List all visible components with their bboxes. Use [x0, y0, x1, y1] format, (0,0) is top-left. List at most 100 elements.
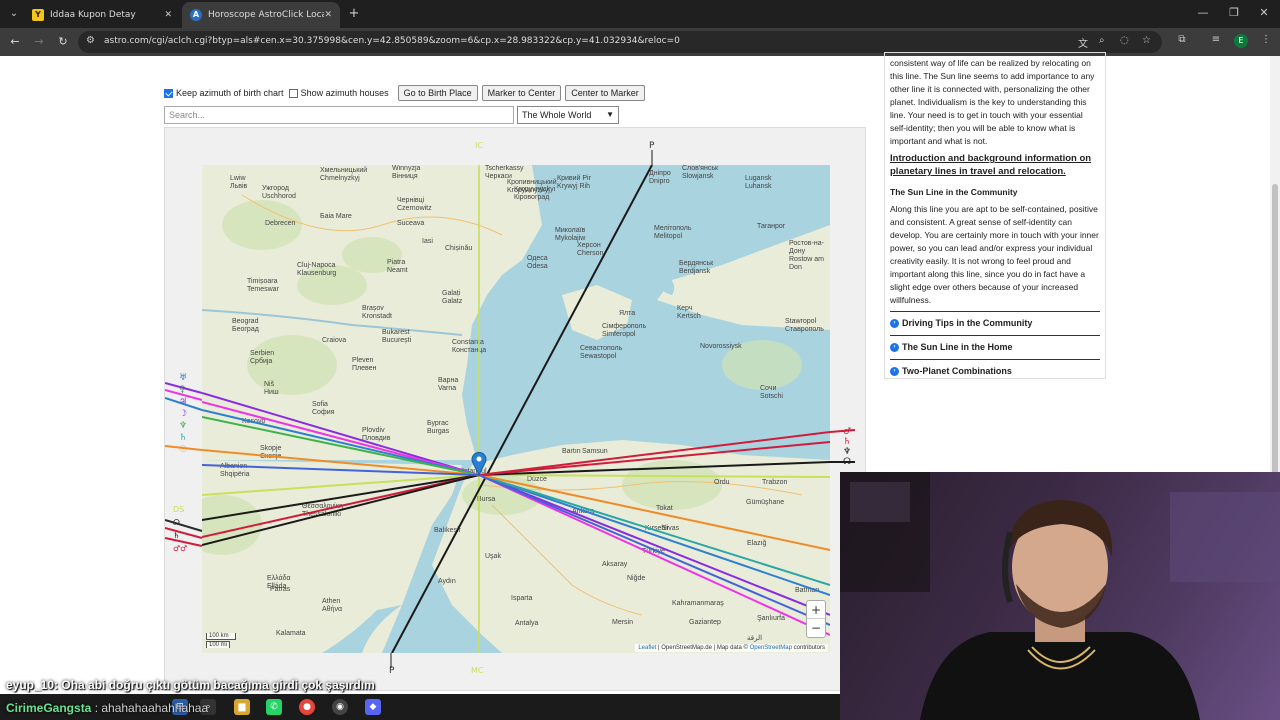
attribution-text: | OpenStreetMap.de | Map data © — [656, 645, 750, 651]
chat-text: : ahahahaahahhahaa — [91, 701, 209, 715]
zoom-control: + − — [806, 600, 826, 638]
region-select-value: The Whole World — [522, 110, 592, 120]
chat-text: : Oha abi doğru çıktı götüm bacağıma gir… — [54, 678, 375, 692]
map-controls: Keep azimuth of birth chart Show azimuth… — [164, 84, 645, 102]
mars-line — [478, 441, 830, 476]
bookmark-star-icon[interactable]: ☆ — [1142, 35, 1151, 46]
planet-glyph-lowleft: DS — [173, 505, 184, 514]
chrome-icon[interactable]: ● — [299, 699, 315, 715]
planet-glyph-left: ☉ — [179, 445, 187, 455]
community-heading: The Sun Line in the Community — [890, 187, 1018, 197]
chevron-down-icon: ▼ — [606, 110, 614, 119]
close-tab-icon[interactable]: ✕ — [164, 10, 172, 20]
restore-icon[interactable]: ❐ — [1224, 6, 1244, 19]
discord-icon[interactable]: ◆ — [365, 699, 381, 715]
search-input[interactable]: Search... — [164, 106, 514, 124]
planet-glyph-right: ♆ — [843, 447, 851, 457]
scale-km: 100 km — [206, 633, 236, 640]
chat-username: CirimeGangsta — [6, 701, 92, 715]
line-extension — [829, 429, 856, 433]
chat-message: CirimeGangsta : ahahahaahahhahaa — [6, 701, 208, 715]
forward-icon[interactable]: → — [30, 34, 48, 50]
attribution-tail: contributors — [791, 645, 825, 651]
expand-icon: › — [890, 367, 899, 376]
app-icon[interactable]: ◉ — [332, 699, 348, 715]
streamer-figure — [840, 472, 1280, 720]
moon-line — [478, 474, 830, 616]
jupiter-line — [478, 474, 830, 626]
neptune-line — [202, 409, 480, 476]
planet-glyph-right: ♂ — [843, 427, 851, 437]
neptune-line — [478, 474, 830, 596]
planet-glyph-left: ♆ — [179, 421, 187, 431]
intro-link[interactable]: Introduction and background information … — [890, 152, 1100, 178]
tab-favicon: Y — [32, 9, 44, 21]
more-menu-icon[interactable]: ⋮ — [1258, 34, 1274, 45]
map-tiles[interactable]: Lwiw Львів Хмельницький Chmelnyzkyj Winnyzja… — [202, 165, 830, 653]
address-bar[interactable]: ⚙ astro.com/cgi/aclch.cgi?btyp=als#cen.x… — [78, 31, 1162, 53]
browser-tab-bar: ⌄ Y İddaa Kupon Detay ✕ A Horoscope Astr… — [0, 0, 1280, 28]
page-scrollbar[interactable] — [1270, 56, 1280, 474]
file-explorer-icon[interactable]: ▆ — [234, 699, 250, 715]
profile-avatar[interactable]: E — [1234, 34, 1248, 48]
tab-search-icon[interactable]: ⌄ — [4, 4, 24, 24]
osm-link[interactable]: OpenStreetMap — [750, 645, 792, 651]
new-tab-icon[interactable]: + — [346, 6, 362, 21]
media-icon[interactable]: ≡ — [1208, 34, 1224, 45]
tab-title: İddaa Kupon Detay — [50, 10, 136, 20]
whatsapp-icon[interactable]: ✆ — [266, 699, 282, 715]
tab-favicon: A — [190, 9, 202, 21]
extensions-icon[interactable]: ⧉ — [1174, 34, 1190, 45]
location-marker-icon — [471, 451, 487, 477]
tab-title: Horoscope AstroClick Local Sp — [208, 10, 325, 20]
back-icon[interactable]: ← — [6, 34, 24, 50]
intro-paragraph: consistent way of life can be realized b… — [890, 58, 1095, 146]
zoom-icon[interactable]: ⌕ — [1099, 35, 1105, 46]
translate-icon[interactable]: 文 — [1078, 35, 1088, 50]
expand-icon: › — [890, 319, 899, 328]
accordion-sun-line-home[interactable]: › The Sun Line in the Home — [890, 335, 1100, 359]
zoom-out-button[interactable]: − — [807, 619, 825, 637]
marker-to-center-button[interactable]: Marker to Center — [481, 85, 562, 101]
community-paragraph: Along this line you are apt to be self-c… — [890, 204, 1099, 305]
center-to-marker-button[interactable]: Center to Marker — [565, 85, 645, 101]
location-marker-dot — [476, 456, 482, 462]
tab-astroclick[interactable]: A Horoscope AstroClick Local Sp ✕ — [182, 2, 340, 28]
zoom-in-button[interactable]: + — [807, 601, 825, 619]
venus-line — [202, 401, 480, 476]
region-select[interactable]: The Whole World ▼ — [517, 106, 619, 124]
keep-azimuth-checkbox[interactable] — [164, 88, 173, 98]
chat-username: eyup_10 — [6, 678, 55, 692]
p-label-bottom: P — [389, 666, 395, 676]
planet-glyph-lowleft: ♂♂ — [173, 544, 187, 553]
asc-line — [478, 474, 830, 478]
close-window-icon[interactable]: ✕ — [1254, 6, 1274, 19]
sun-orange-line — [478, 474, 830, 551]
line-description-panel: consistent way of life can be realized b… — [884, 52, 1106, 379]
accordion-driving-tips[interactable]: › Driving Tips in the Community — [890, 311, 1100, 335]
scrollbar-thumb[interactable] — [1272, 184, 1278, 474]
ic-label: IC — [475, 141, 483, 150]
minimize-icon[interactable]: — — [1193, 6, 1213, 19]
venus-line — [478, 474, 830, 636]
eye-off-icon[interactable]: ◌ — [1120, 35, 1129, 46]
reload-icon[interactable]: ↻ — [54, 34, 72, 50]
close-tab-icon[interactable]: ✕ — [324, 10, 332, 20]
expand-icon: › — [890, 343, 899, 352]
site-info-icon[interactable]: ⚙ — [86, 35, 95, 46]
tab-iddaa[interactable]: Y İddaa Kupon Detay ✕ — [24, 2, 180, 28]
accordion-two-planet[interactable]: › Two-Planet Combinations — [890, 359, 1100, 383]
map-attribution: Leaflet | OpenStreetMap.de | Map data © … — [635, 644, 828, 652]
planet-glyph-right: ♄ — [843, 437, 851, 447]
show-azimuth-label: Show azimuth houses — [300, 88, 389, 98]
keep-azimuth-label: Keep azimuth of birth chart — [176, 88, 284, 98]
leaflet-link[interactable]: Leaflet — [638, 645, 656, 651]
scale-mi: 100 mi — [206, 641, 230, 648]
accordion-label: Driving Tips in the Community — [902, 318, 1033, 328]
accordion-label: Two-Planet Combinations — [902, 366, 1012, 376]
go-to-birth-place-button[interactable]: Go to Birth Place — [397, 85, 478, 101]
show-azimuth-checkbox[interactable] — [288, 88, 298, 98]
planet-lines — [202, 165, 830, 653]
p-label-top: P — [649, 141, 655, 151]
webcam-overlay — [840, 472, 1280, 720]
